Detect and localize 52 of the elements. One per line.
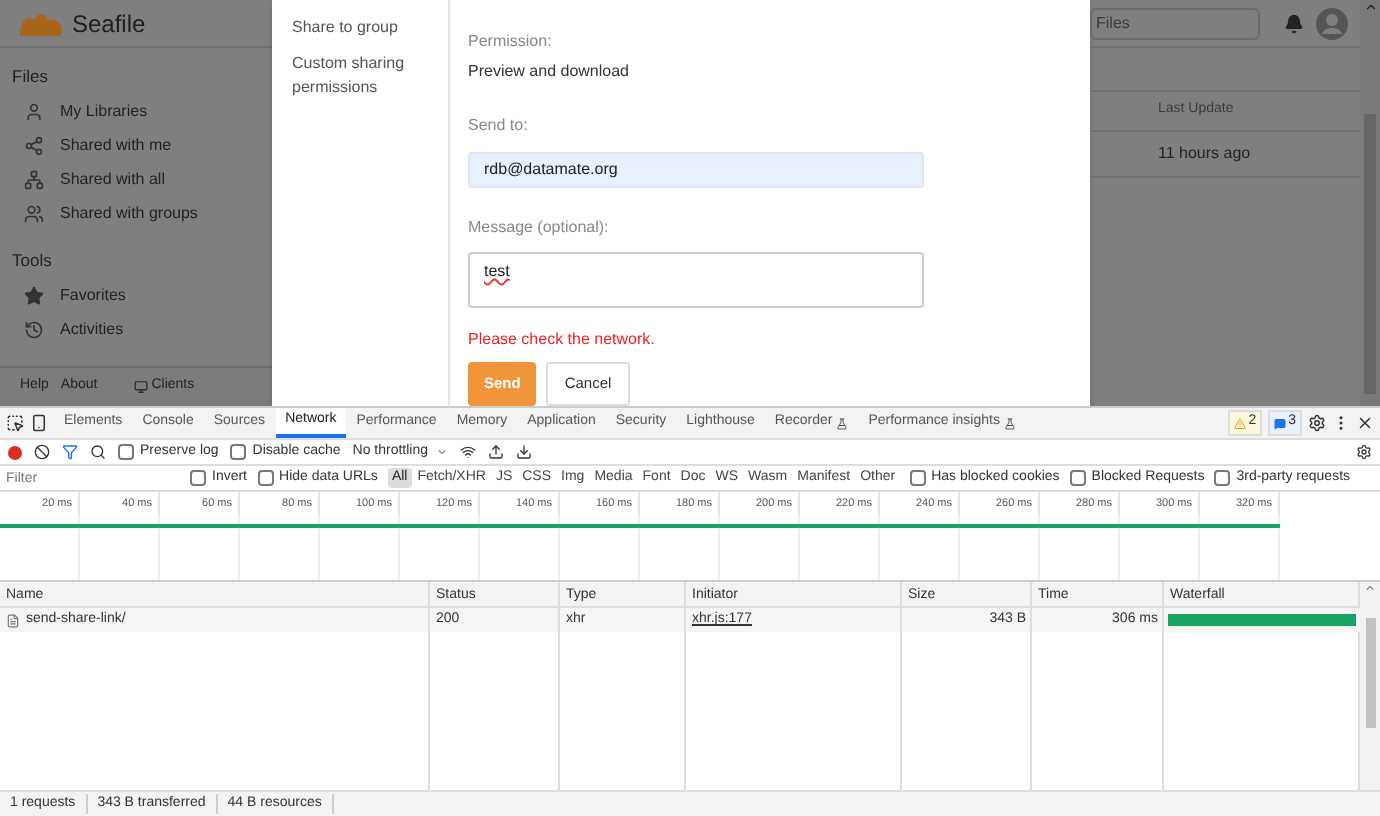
search-icon[interactable] [90, 444, 106, 460]
send-to-label: Send to: [468, 114, 530, 138]
message-label: Message (optional): [468, 215, 611, 240]
dialog-nav-item[interactable]: Share to group [292, 16, 448, 40]
bell-icon[interactable] [1284, 13, 1304, 33]
sidebar-item[interactable]: Shared with me [0, 129, 272, 164]
sitemap-icon [24, 170, 44, 191]
star-icon [24, 286, 44, 306]
clear-icon[interactable] [34, 444, 50, 460]
inspect-icon[interactable] [6, 414, 24, 432]
section-heading: Files [10, 64, 50, 90]
sidebar-item[interactable]: Activities [0, 313, 272, 347]
checkbox[interactable] [1069, 470, 1086, 486]
history-icon [24, 320, 44, 340]
caret-icon [436, 446, 449, 458]
dialog-nav-item[interactable]: Custom sharing permissions [292, 52, 448, 100]
section-heading: Tools [10, 247, 54, 273]
person-icon [24, 102, 44, 123]
sidebar-item[interactable]: Shared with all [0, 163, 272, 198]
settings-icon[interactable] [1356, 444, 1372, 460]
people-icon [24, 204, 44, 225]
upload-icon[interactable] [488, 444, 505, 460]
checkbox[interactable] [190, 470, 206, 486]
checkbox[interactable] [118, 444, 134, 460]
send-to-field[interactable]: rdb@datamate.org [468, 152, 924, 188]
close-icon[interactable] [1356, 414, 1374, 432]
settings-icon[interactable] [1308, 414, 1326, 432]
filter-icon[interactable] [62, 444, 78, 460]
message-field[interactable]: test [468, 251, 924, 308]
checkbox[interactable] [1214, 470, 1231, 486]
permission-label: Permission: [468, 30, 554, 54]
checkbox[interactable] [230, 444, 247, 460]
sidebar-item[interactable]: Shared with groups [0, 197, 272, 232]
network-conditions-icon[interactable] [460, 444, 477, 460]
scroll-up-icon[interactable] [1363, 0, 1377, 14]
flask-icon [1003, 417, 1016, 429]
share-icon [24, 136, 44, 157]
flask-icon [836, 417, 849, 429]
device-icon[interactable] [30, 414, 48, 432]
scroll-up-icon[interactable] [1364, 582, 1376, 594]
error-message: Please check the network. [468, 328, 657, 352]
download-icon[interactable] [516, 444, 533, 460]
logo-text: Seafile [72, 7, 146, 41]
table-cell: 11 hours ago [1158, 142, 1251, 166]
monitor-icon [133, 380, 148, 394]
checkbox[interactable] [257, 470, 274, 486]
sidebar-item[interactable]: Favorites [0, 279, 272, 313]
sidebar-item[interactable]: My Libraries [0, 95, 272, 130]
file-icon [6, 613, 20, 627]
permission-value: Preview and download [468, 60, 631, 84]
checkbox[interactable] [909, 470, 926, 486]
record-icon[interactable] [8, 445, 22, 459]
